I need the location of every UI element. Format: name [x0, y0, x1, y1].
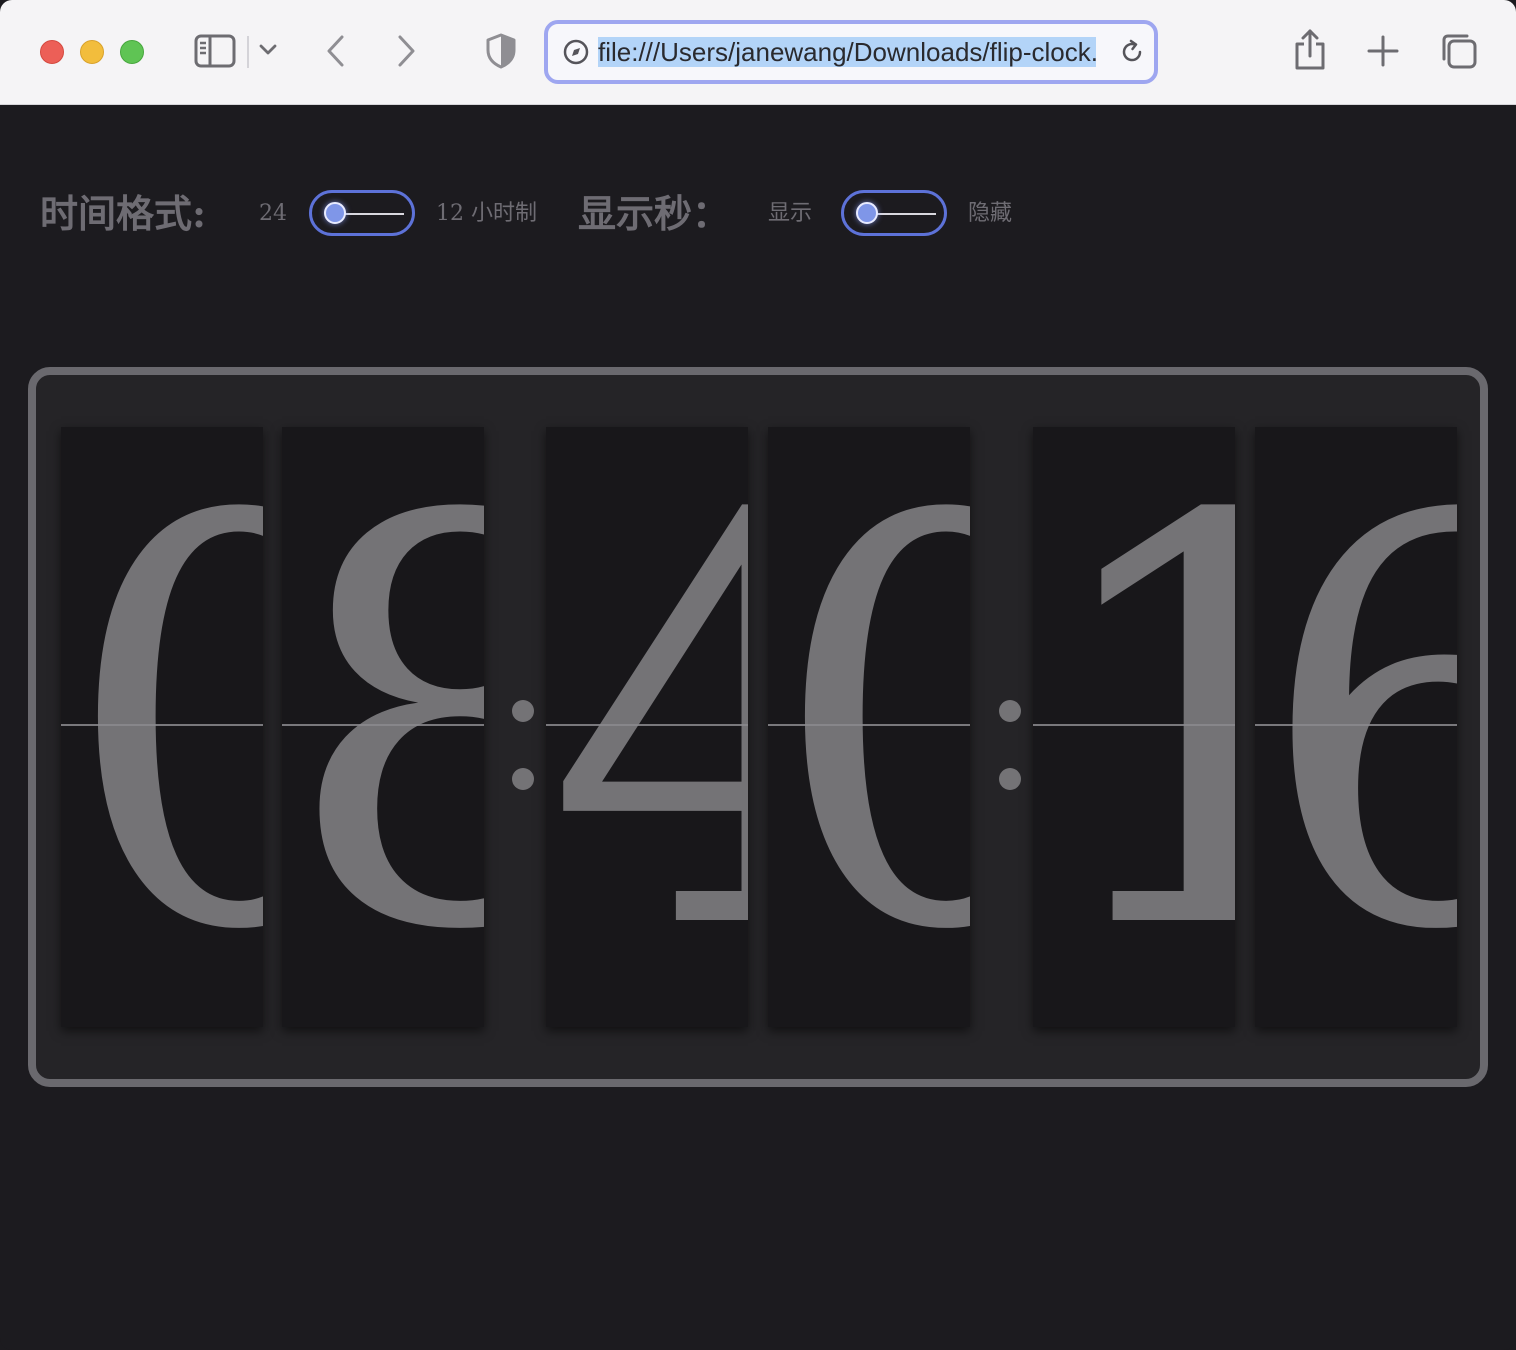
- toggle-track: [870, 213, 936, 215]
- minute-ones-digit: 0: [768, 427, 970, 1027]
- colon-dot-bottom: [999, 768, 1021, 790]
- time-format-label: 时间格式:: [40, 191, 207, 236]
- url-value: file:///Users/janewang/Downloads/flip-cl…: [598, 37, 1096, 67]
- url-text[interactable]: file:///Users/janewang/Downloads/flip-cl…: [598, 36, 1096, 68]
- sidebar-icon[interactable]: [194, 34, 236, 68]
- time-format-toggle[interactable]: [309, 190, 415, 236]
- share-icon[interactable]: [1292, 28, 1328, 72]
- back-arrow-icon[interactable]: [322, 34, 350, 68]
- card-split-line: [282, 724, 484, 726]
- toggle-knob[interactable]: [324, 202, 346, 224]
- flip-clock: 0 8 4 0 1 6: [28, 367, 1488, 1087]
- colon-dot-bottom: [512, 768, 534, 790]
- address-bar[interactable]: file:///Users/janewang/Downloads/flip-cl…: [544, 20, 1158, 84]
- second-tens-card: 1: [1033, 427, 1235, 1027]
- colon-dot-top: [999, 700, 1021, 722]
- hour-tens-card: 0: [61, 427, 263, 1027]
- card-split-line: [546, 724, 748, 726]
- toggle-track: [338, 213, 404, 215]
- card-split-line: [1033, 724, 1235, 726]
- hour-tens-digit: 0: [61, 427, 263, 1027]
- show-seconds-label: 显示秒：: [578, 191, 731, 236]
- card-split-line: [768, 724, 970, 726]
- browser-toolbar: file:///Users/janewang/Downloads/flip-cl…: [0, 0, 1516, 105]
- seconds-hide-option: 隐藏: [968, 201, 1013, 226]
- compass-icon: [562, 38, 590, 66]
- minute-tens-digit: 4: [546, 427, 748, 1027]
- tabs-icon[interactable]: [1440, 32, 1478, 70]
- divider: [247, 36, 249, 68]
- colon-dot-top: [512, 700, 534, 722]
- minute-ones-card: 0: [768, 427, 970, 1027]
- second-ones-digit: 6: [1255, 427, 1457, 1027]
- show-seconds-toggle[interactable]: [841, 190, 947, 236]
- close-window-button[interactable]: [40, 40, 64, 64]
- second-tens-digit: 1: [1033, 427, 1235, 1027]
- minimize-window-button[interactable]: [80, 40, 104, 64]
- browser-window: file:///Users/janewang/Downloads/flip-cl…: [0, 0, 1516, 1350]
- zoom-window-button[interactable]: [120, 40, 144, 64]
- plus-icon[interactable]: [1366, 34, 1400, 68]
- seconds-show-option: 显示: [768, 201, 813, 226]
- hour-ones-digit: 8: [282, 427, 484, 1027]
- second-ones-card: 6: [1255, 427, 1457, 1027]
- chevron-down-icon[interactable]: [258, 42, 278, 58]
- forward-arrow-icon[interactable]: [392, 34, 420, 68]
- toggle-knob[interactable]: [856, 202, 878, 224]
- reload-icon[interactable]: [1118, 38, 1146, 66]
- card-split-line: [1255, 724, 1457, 726]
- shield-icon[interactable]: [484, 32, 518, 70]
- format-24-option: 24: [259, 201, 287, 226]
- card-split-line: [61, 724, 263, 726]
- minute-tens-card: 4: [546, 427, 748, 1027]
- format-12-option: 12 小时制: [436, 201, 537, 226]
- hour-ones-card: 8: [282, 427, 484, 1027]
